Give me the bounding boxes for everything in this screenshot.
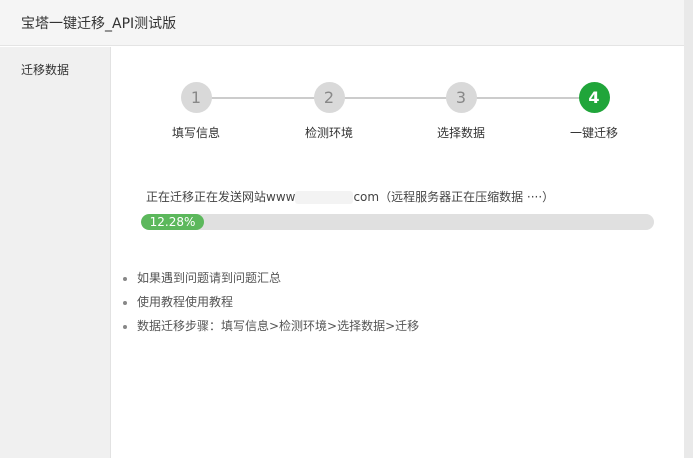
step-2-label: 检测环境: [304, 126, 353, 140]
dialog-titlebar: 宝塔一键迁移_API测试版: [0, 0, 684, 46]
redacted-domain: [295, 191, 354, 204]
tip-tutorial-link[interactable]: 使用教程使用教程: [137, 295, 233, 309]
bullet-icon: [123, 324, 127, 329]
step-1: 1 填写信息: [156, 82, 236, 141]
tip-item: 使用教程使用教程: [123, 290, 419, 314]
sidebar-item-migrate-data[interactable]: 迁移数据: [0, 47, 110, 78]
step-3-circle: 3: [445, 82, 477, 113]
dialog-title: 宝塔一键迁移_API测试版: [21, 15, 177, 32]
step-2: 2 检测环境: [289, 82, 369, 141]
step-4: 4 一键迁移: [554, 82, 634, 141]
step-4-circle: 4: [578, 82, 610, 113]
step-2-circle: 2: [313, 82, 345, 113]
step-indicator: 1 填写信息 2 检测环境 3 选择数据 4 一键迁移: [141, 82, 656, 152]
bullet-icon: [123, 276, 127, 281]
step-4-label: 一键迁移: [569, 126, 618, 140]
tips-list: 如果遇到问题请到问题汇总 使用教程使用教程 数据迁移步骤：填写信息>检测环境>选…: [123, 266, 419, 338]
tip-item: 如果遇到问题请到问题汇总: [123, 266, 419, 290]
tip-steps-text: 数据迁移步骤：填写信息>检测环境>选择数据>迁移: [137, 319, 420, 333]
migration-status: 正在迁移正在发送网站www com（远程服务器正在压缩数据 ····）: [146, 188, 554, 205]
step-1-circle: 1: [180, 82, 212, 113]
step-3-label: 选择数据: [436, 126, 485, 140]
migration-dialog: 宝塔一键迁移_API测试版 迁移数据 1 填写信息 2 检测环境 3 选择数据 …: [0, 0, 684, 458]
bullet-icon: [123, 300, 127, 305]
main-content: 1 填写信息 2 检测环境 3 选择数据 4 一键迁移 正在迁移正在发送网站ww…: [111, 47, 684, 458]
progress-bar: 12.28%: [141, 214, 654, 230]
sidebar: 迁移数据: [0, 47, 111, 458]
tip-item: 数据迁移步骤：填写信息>检测环境>选择数据>迁移: [123, 314, 419, 338]
status-prefix: 正在迁移正在发送网站www: [146, 190, 296, 204]
step-3: 3 选择数据: [421, 82, 501, 141]
status-suffix: com（远程服务器正在压缩数据 ····）: [353, 190, 555, 204]
step-1-label: 填写信息: [171, 126, 220, 140]
tip-problems-link[interactable]: 如果遇到问题请到问题汇总: [137, 271, 281, 285]
progress-fill: 12.28%: [141, 214, 204, 230]
step-connector-line: [196, 97, 601, 99]
